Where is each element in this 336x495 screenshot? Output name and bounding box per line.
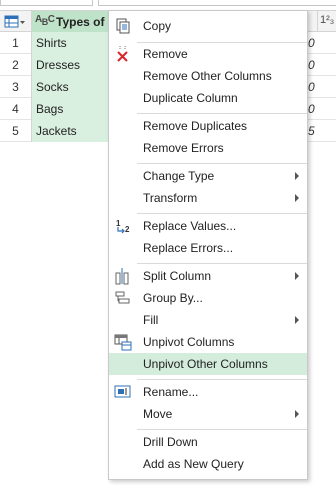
menu-item-rename[interactable]: Rename...	[109, 381, 307, 403]
formula-bar-input[interactable]	[98, 0, 336, 6]
menu-item-label: Drill Down	[143, 435, 198, 449]
menu-item-remove-other-columns[interactable]: Remove Other Columns	[109, 65, 307, 87]
menu-item-label: Unpivot Columns	[143, 335, 235, 349]
number-type-icon[interactable]: 1²₃	[320, 14, 334, 26]
menu-item-label: Copy	[143, 19, 172, 33]
row-number: 1	[12, 36, 19, 50]
menu-item-label: Replace Errors...	[143, 241, 234, 255]
menu-item-add-as-new-query[interactable]: Add as New Query	[109, 453, 307, 475]
column-header-number[interactable]: 1²₃	[317, 11, 336, 32]
menu-item-split-column[interactable]: Split Column	[109, 265, 307, 287]
menu-item-drill-down[interactable]: Drill Down	[109, 431, 307, 453]
menu-item-label: Remove Duplicates	[143, 119, 248, 133]
submenu-arrow-icon	[295, 316, 299, 324]
row-number: 4	[12, 102, 19, 116]
menu-item-label: Move	[143, 407, 173, 421]
remove-column-icon	[117, 46, 128, 62]
menu-item-label: Duplicate Column	[143, 91, 238, 105]
menu-item-replace-errors[interactable]: Replace Errors...	[109, 237, 307, 259]
row-number: 5	[12, 124, 19, 138]
menu-item-move[interactable]: Move	[109, 403, 307, 425]
menu-item-label: Unpivot Other Columns	[143, 357, 268, 371]
replace-values-icon: 1 2	[116, 219, 130, 234]
table-cell-partial[interactable]: 0	[308, 32, 315, 54]
copy-icon	[116, 18, 130, 34]
menu-item-label: Fill	[143, 313, 159, 327]
menu-item-label: Add as New Query	[143, 457, 244, 471]
menu-item-label: Group By...	[143, 291, 203, 305]
table-cell-partial[interactable]: 0	[308, 76, 315, 98]
text-type-icon[interactable]: ABC	[35, 14, 55, 27]
svg-text:1: 1	[116, 219, 121, 228]
group-by-icon	[115, 291, 130, 304]
menu-item-remove-duplicates[interactable]: Remove Duplicates	[109, 115, 307, 137]
menu-item-label: Rename...	[143, 385, 199, 399]
rename-icon	[114, 385, 131, 398]
submenu-arrow-icon	[295, 194, 299, 202]
unpivot-icon	[114, 334, 132, 351]
table-cell-partial[interactable]: 0	[308, 98, 315, 120]
menu-separator	[137, 429, 307, 430]
menu-separator	[137, 213, 307, 214]
menu-item-label: Split Column	[143, 269, 212, 283]
menu-item-label: Remove Errors	[143, 141, 224, 155]
menu-item-transform[interactable]: Transform	[109, 187, 307, 209]
table-cell-partial[interactable]: 0	[308, 54, 315, 76]
formula-bar-left	[0, 0, 93, 6]
menu-separator	[137, 379, 307, 380]
menu-separator	[137, 113, 307, 114]
menu-item-label: Replace Values...	[143, 219, 237, 233]
menu-item-duplicate-column[interactable]: Duplicate Column	[109, 87, 307, 109]
table-menu-icon[interactable]	[4, 15, 26, 29]
submenu-arrow-icon	[295, 410, 299, 418]
menu-item-remove[interactable]: Remove	[109, 43, 307, 65]
menu-item-group-by[interactable]: Group By...	[109, 287, 307, 309]
menu-item-change-type[interactable]: Change Type	[109, 165, 307, 187]
menu-item-fill[interactable]: Fill	[109, 309, 307, 331]
menu-separator	[137, 263, 307, 264]
menu-item-label: Remove	[143, 47, 188, 61]
menu-item-replace-values[interactable]: 1 2 Replace Values...	[109, 215, 307, 237]
submenu-arrow-icon	[295, 272, 299, 280]
table-cell-partial[interactable]: 5	[308, 120, 315, 142]
menu-item-label: Remove Other Columns	[143, 69, 272, 83]
menu-item-label: Transform	[143, 191, 198, 205]
menu-item-unpivot-columns[interactable]: Unpivot Columns	[109, 331, 307, 353]
split-column-icon	[115, 268, 129, 285]
menu-item-label: Change Type	[143, 169, 215, 183]
row-number: 3	[12, 80, 19, 94]
menu-item-remove-errors[interactable]: Remove Errors	[109, 137, 307, 159]
menu-item-unpivot-other-columns[interactable]: Unpivot Other Columns	[109, 353, 307, 375]
menu-item-copy[interactable]: Copy	[109, 15, 307, 37]
submenu-arrow-icon	[295, 172, 299, 180]
column-context-menu: Copy Remove Remove Other Columns Duplica…	[108, 10, 308, 480]
svg-text:2: 2	[125, 225, 130, 234]
menu-separator	[137, 163, 307, 164]
row-number: 2	[12, 58, 19, 72]
